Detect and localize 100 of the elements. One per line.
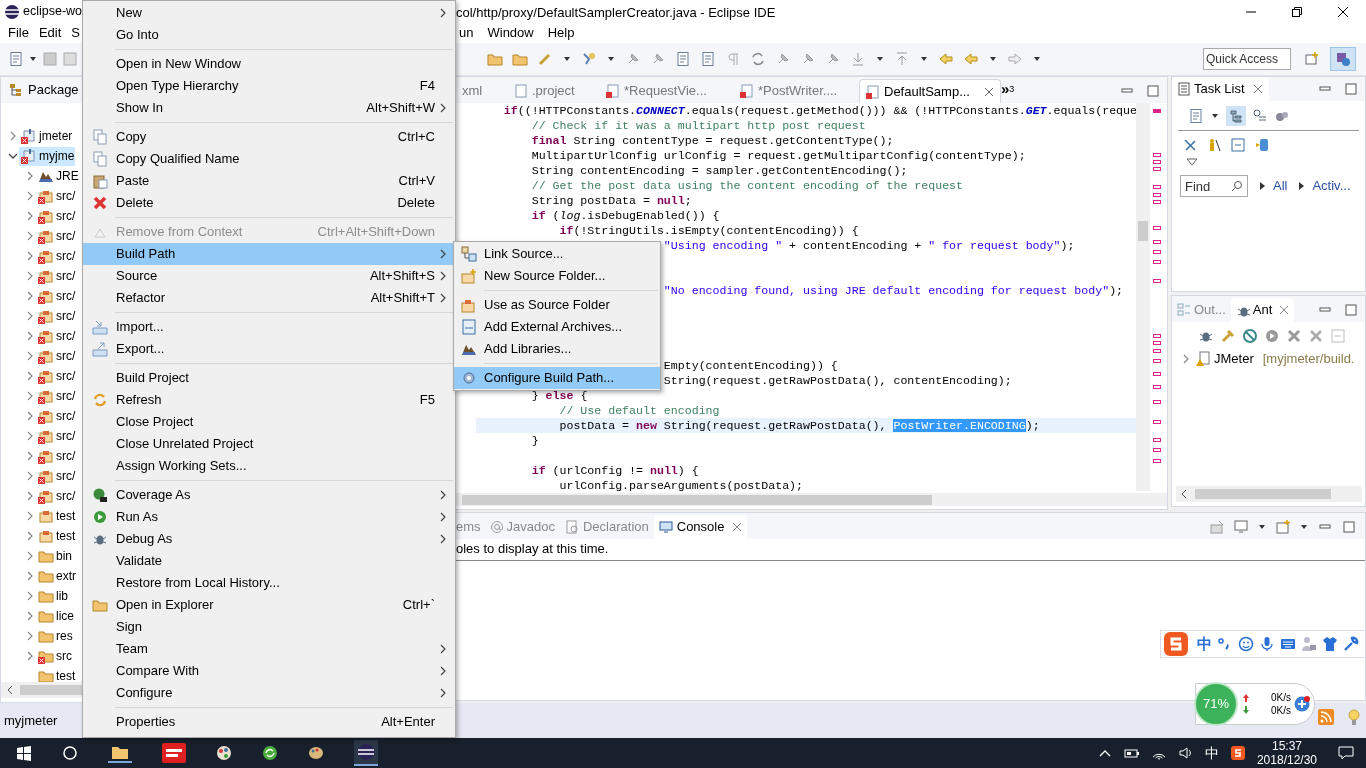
save-all-icon[interactable] <box>62 51 78 67</box>
dictionary-app-icon[interactable] <box>162 743 186 763</box>
tree-item[interactable]: src/ <box>36 246 77 266</box>
horizontal-scrollbar[interactable] <box>456 493 1167 506</box>
menu-item[interactable]: Add Libraries... <box>454 338 660 360</box>
java-perspective-button[interactable] <box>1330 47 1356 71</box>
find-field[interactable]: Find <box>1180 175 1248 197</box>
tree-item[interactable]: src/ <box>36 346 77 366</box>
maximize-icon[interactable] <box>1145 83 1161 99</box>
menu-item[interactable]: Restore from Local History... <box>83 572 455 594</box>
smiley-icon[interactable] <box>1238 636 1254 652</box>
menu-item[interactable]: Open Type Hierarchy F4 <box>83 75 455 97</box>
editor-tab[interactable]: .project <box>508 79 581 103</box>
editor-tab[interactable]: *PostWriter.... <box>734 79 844 103</box>
paint-app-icon[interactable] <box>216 745 232 761</box>
eclipse-taskbar-button[interactable] <box>354 740 378 766</box>
more-tabs-button[interactable]: »3 <box>1001 81 1015 96</box>
menu-item[interactable]: Close Unrelated Project <box>83 433 455 455</box>
display-console-icon[interactable] <box>1233 519 1249 535</box>
download-icon[interactable] <box>850 51 866 67</box>
menu-item[interactable]: Compare With <box>83 660 455 682</box>
back-icon[interactable] <box>938 51 954 67</box>
menu-item[interactable]: Open in New Window <box>83 53 455 75</box>
unlink-icon[interactable] <box>1182 137 1198 153</box>
open-perspective-icon[interactable] <box>1304 51 1320 67</box>
pin-console-icon[interactable] <box>1209 519 1225 535</box>
menu-item[interactable]: Assign Working Sets... <box>83 455 455 477</box>
vertical-scrollbar[interactable] <box>1136 103 1150 491</box>
tree-item[interactable]: src/ <box>36 446 77 466</box>
tree-item[interactable]: src/ <box>36 286 77 306</box>
menu-item[interactable]: un <box>459 23 474 43</box>
page-icon[interactable] <box>675 51 691 67</box>
new-task-icon[interactable] <box>1188 108 1204 124</box>
tree-item[interactable]: src/ <box>36 426 77 446</box>
menu-item[interactable]: Debug As <box>83 528 455 550</box>
menu-item[interactable]: Export... <box>83 338 455 360</box>
person-icon[interactable] <box>1301 636 1317 652</box>
menu-item[interactable]: Copy Ctrl+C <box>83 126 455 148</box>
menu-item[interactable]: S <box>71 23 81 43</box>
menu-item[interactable]: Source Alt+Shift+S <box>83 265 455 287</box>
notification-icon[interactable] <box>1338 745 1354 761</box>
tree-item[interactable]: test <box>36 506 77 526</box>
palette-app-icon[interactable] <box>308 745 324 761</box>
tree-item[interactable]: JMeter <box>1195 349 1254 369</box>
menu-item[interactable]: Copy Qualified Name <box>83 148 455 170</box>
ime-mode-toggle[interactable]: 中 <box>1197 632 1212 656</box>
wrench-icon[interactable] <box>1343 636 1359 652</box>
tree-item[interactable]: bin <box>36 546 73 566</box>
panel-tab[interactable]: Package <box>28 80 79 100</box>
microphone-icon[interactable] <box>1259 636 1275 652</box>
new-file-icon[interactable] <box>8 51 24 67</box>
menu-item[interactable]: Go Into <box>83 24 455 46</box>
volume-icon[interactable] <box>1177 745 1194 761</box>
scheduled-icon[interactable] <box>1252 108 1268 124</box>
menu-item[interactable]: Link Source... <box>454 243 660 265</box>
tree-item[interactable]: src/ <box>36 386 77 406</box>
collapse-icon[interactable] <box>1230 137 1246 153</box>
tree-item[interactable]: src/ <box>36 226 77 246</box>
page-icon[interactable] <box>700 51 716 67</box>
editor-tab[interactable]: xml <box>456 79 489 103</box>
tree-item[interactable]: extr <box>36 566 77 586</box>
folder-icon[interactable] <box>512 51 528 67</box>
remove-icon[interactable] <box>1286 328 1302 344</box>
back-icon[interactable] <box>963 51 979 67</box>
menu-item[interactable]: Delete Delete <box>83 192 455 214</box>
tree-item[interactable]: test <box>36 666 77 686</box>
tree-item[interactable]: src/ <box>36 206 77 226</box>
save-icon[interactable] <box>42 51 58 67</box>
filter-link[interactable]: All <box>1273 176 1288 196</box>
tree-item[interactable]: jmeter <box>19 126 74 146</box>
menu-item[interactable]: Build Path <box>83 243 455 265</box>
menu-item[interactable]: Configure Build Path... <box>454 367 660 389</box>
open-console-icon[interactable] <box>1275 519 1291 535</box>
tree-item[interactable]: test <box>36 526 77 546</box>
tree-item[interactable]: src <box>36 646 73 666</box>
panel-tab[interactable]: Ant <box>1230 298 1295 322</box>
hammer-icon[interactable] <box>1220 328 1236 344</box>
quick-access-field[interactable]: Quick Access <box>1203 48 1291 70</box>
tree-item[interactable]: res <box>36 626 74 646</box>
menu-item[interactable]: Validate <box>83 550 455 572</box>
tree-item[interactable]: src/ <box>36 266 77 286</box>
refresh-app-icon[interactable] <box>262 745 278 761</box>
tree-item[interactable]: src/ <box>36 186 77 206</box>
sync-icon[interactable] <box>750 51 766 67</box>
run-icon[interactable] <box>1264 328 1280 344</box>
menu-item[interactable]: New Source Folder... <box>454 265 660 287</box>
menu-item[interactable]: Configure <box>83 682 455 704</box>
panel-tab[interactable]: Console <box>653 515 748 539</box>
folder-icon[interactable] <box>487 51 503 67</box>
clock[interactable]: 15:37 2018/12/30 <box>1256 739 1317 767</box>
windows-start-icon[interactable] <box>16 745 32 761</box>
upload-icon[interactable] <box>894 51 910 67</box>
menu-item[interactable]: Open in Explorer Ctrl+` <box>83 594 455 616</box>
menu-item[interactable]: Team <box>83 638 455 660</box>
menu-item[interactable]: File <box>8 23 29 43</box>
menu-item[interactable]: Use as Source Folder <box>454 294 660 316</box>
tree-item[interactable]: src/ <box>36 366 77 386</box>
filter-link[interactable]: Activ... <box>1312 176 1351 196</box>
menu-item[interactable]: Run As <box>83 506 455 528</box>
menu-item[interactable]: Help <box>547 23 575 43</box>
